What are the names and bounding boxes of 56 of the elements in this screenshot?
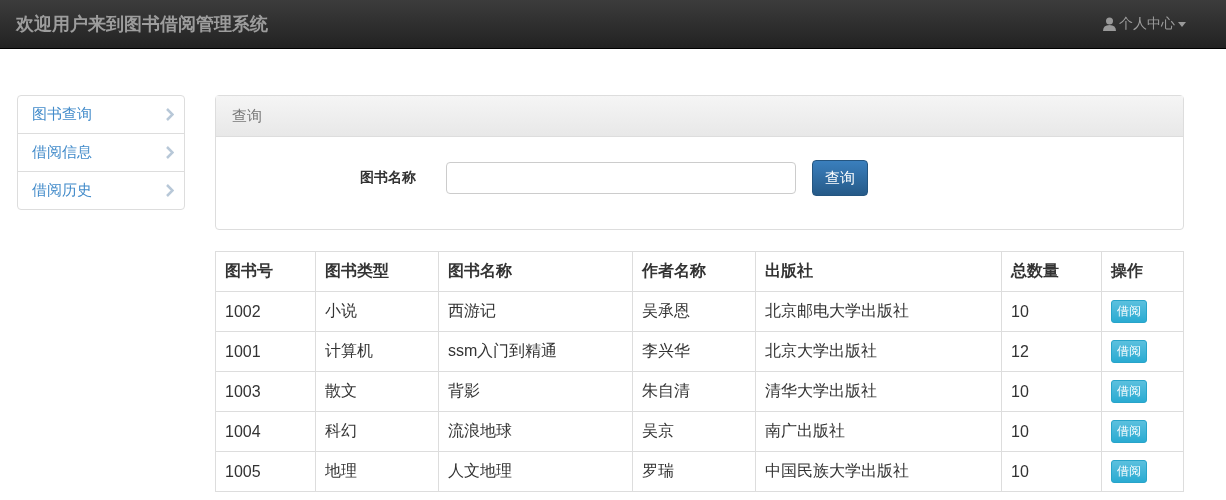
app-title: 欢迎用户来到图书借阅管理系统 bbox=[16, 13, 268, 36]
table-cell: 1003 bbox=[215, 371, 316, 412]
table-cell: 流浪地球 bbox=[438, 411, 633, 452]
table-cell: 计算机 bbox=[315, 331, 439, 372]
borrow-button[interactable]: 借阅 bbox=[1111, 420, 1147, 443]
table-cell: 罗瑞 bbox=[632, 451, 756, 492]
table-cell: 1005 bbox=[215, 451, 316, 492]
table-cell: 地理 bbox=[315, 451, 439, 492]
borrow-button[interactable]: 借阅 bbox=[1111, 460, 1147, 483]
user-menu[interactable]: 个人中心 bbox=[1103, 15, 1186, 33]
column-header: 图书号 bbox=[215, 251, 316, 292]
column-header: 操作 bbox=[1101, 251, 1184, 292]
sidebar-item[interactable]: 图书查询 bbox=[18, 96, 184, 133]
table-cell: 科幻 bbox=[315, 411, 439, 452]
table-cell: 西游记 bbox=[438, 291, 633, 332]
table-cell: 10 bbox=[1001, 371, 1102, 412]
table-cell: 10 bbox=[1001, 411, 1102, 452]
column-header: 出版社 bbox=[755, 251, 1002, 292]
sidebar-item[interactable]: 借阅信息 bbox=[18, 133, 184, 171]
field-label: 图书名称 bbox=[359, 169, 416, 187]
borrow-button[interactable]: 借阅 bbox=[1111, 380, 1147, 403]
table-cell: 吴京 bbox=[632, 411, 756, 452]
table-cell: 南广出版社 bbox=[755, 411, 1002, 452]
panel-heading: 查询 bbox=[216, 96, 1183, 137]
table-cell: 人文地理 bbox=[438, 451, 633, 492]
table-cell: 10 bbox=[1001, 291, 1102, 332]
table-cell: 10 bbox=[1001, 451, 1102, 492]
table-cell: 散文 bbox=[315, 371, 439, 412]
book-name-field[interactable] bbox=[446, 162, 796, 194]
table-cell: 中国民族大学出版社 bbox=[755, 451, 1002, 492]
column-header: 总数量 bbox=[1001, 251, 1102, 292]
table-cell: 清华大学出版社 bbox=[755, 371, 1002, 412]
column-header: 作者名称 bbox=[632, 251, 756, 292]
table-cell: 北京大学出版社 bbox=[755, 331, 1002, 372]
table-cell: 1002 bbox=[215, 291, 316, 332]
chevron-icon bbox=[166, 184, 174, 197]
table-cell: 1004 bbox=[215, 411, 316, 452]
table-cell: 北京邮电大学出版社 bbox=[755, 291, 1002, 332]
user-icon bbox=[1103, 17, 1116, 31]
caret-icon bbox=[1178, 21, 1186, 27]
borrow-button[interactable]: 借阅 bbox=[1111, 300, 1147, 323]
table-cell: 李兴华 bbox=[632, 331, 756, 372]
table-cell: 1001 bbox=[215, 331, 316, 372]
chevron-icon bbox=[166, 108, 174, 121]
column-header: 图书名称 bbox=[438, 251, 633, 292]
search-button[interactable]: 查询 bbox=[812, 160, 868, 196]
chevron-icon bbox=[166, 146, 174, 159]
column-header: 图书类型 bbox=[315, 251, 439, 292]
table-cell: 小说 bbox=[315, 291, 439, 332]
borrow-button[interactable]: 借阅 bbox=[1111, 340, 1147, 363]
table-cell: 12 bbox=[1001, 331, 1102, 372]
table-cell: 朱自清 bbox=[632, 371, 756, 412]
table-cell: 背影 bbox=[438, 371, 633, 412]
table-cell: ssm入门到精通 bbox=[438, 331, 633, 372]
table-cell: 吴承恩 bbox=[632, 291, 756, 332]
sidebar-item[interactable]: 借阅历史 bbox=[18, 171, 184, 209]
